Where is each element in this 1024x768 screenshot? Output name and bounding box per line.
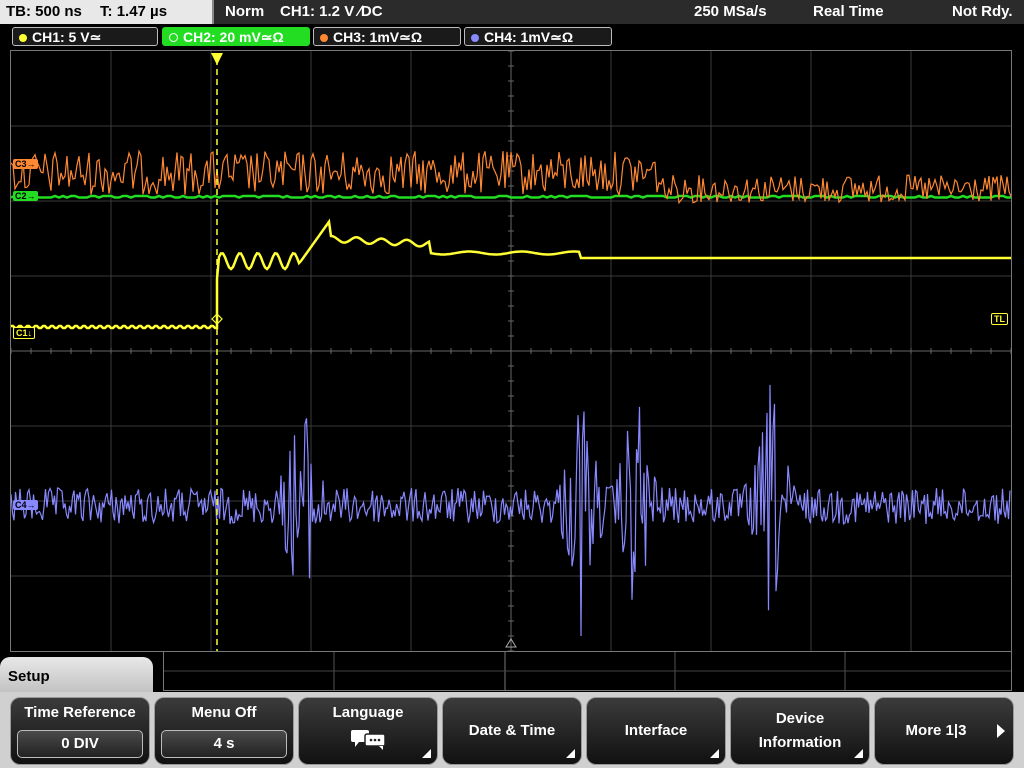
trigger-time-value: T: 1.47 µs — [100, 3, 168, 20]
acquisition-state: Not Rdy. — [952, 3, 1013, 20]
interface-softkey[interactable]: Interface — [586, 697, 726, 765]
ch2-trace — [11, 194, 1011, 199]
device-information-softkey[interactable]: Device Information — [730, 697, 870, 765]
time-reference-softkey[interactable]: Time Reference 0 DIV — [10, 697, 150, 765]
acquisition-mode: Real Time — [813, 3, 884, 20]
more-softkey[interactable]: More 1|3 — [874, 697, 1014, 765]
softkey-title: Date & Time — [468, 722, 556, 739]
zoom-overview-strip[interactable] — [163, 651, 1012, 691]
channel-tab-label: CH4: 1mV≃Ω — [484, 29, 574, 45]
softkey-title: More 1|3 — [905, 722, 967, 739]
submenu-indicator-icon — [710, 749, 719, 758]
ch4-ground-marker[interactable]: C4→ — [13, 500, 38, 510]
softkey-title: Device Information — [758, 710, 842, 751]
channel-tab-ch1[interactable]: CH1: 5 V≃ — [12, 27, 158, 46]
speech-bubble-icon — [351, 730, 386, 750]
status-bar: TB: 500 ns T: 1.47 µs Norm CH1: 1.2 V ∕D… — [0, 0, 1024, 24]
ch1-ground-marker[interactable]: C1↓ — [13, 327, 36, 339]
ch2-indicator-icon — [169, 33, 178, 42]
sample-rate: 250 MSa/s — [694, 3, 767, 20]
softkey-title: Interface — [624, 722, 688, 739]
softkey-title: Menu Off — [191, 704, 257, 721]
channel-tab-label: CH1: 5 V≃ — [32, 29, 102, 45]
next-page-icon — [997, 724, 1005, 738]
timebase-value: TB: 500 ns — [6, 3, 82, 20]
ch3-indicator-icon — [320, 34, 328, 42]
ch2-ground-marker[interactable]: C2→ — [13, 191, 38, 201]
language-softkey[interactable]: Language — [298, 697, 438, 765]
zoom-overview-canvas — [164, 652, 1011, 690]
channel-tab-ch4[interactable]: CH4: 1mV≃Ω — [464, 27, 612, 46]
channel-tab-label: CH2: 20 mV≃Ω — [183, 29, 284, 45]
softkey-title: Language — [332, 704, 404, 721]
submenu-indicator-icon — [854, 749, 863, 758]
waveform-display[interactable]: C1↓ C2→ C3→ C4→ TL — [10, 50, 1012, 652]
menu-title-tab: Setup — [0, 657, 153, 697]
channel-bar: CH1: 5 V≃ CH2: 20 mV≃Ω CH3: 1mV≃Ω CH4: 1… — [0, 24, 1024, 48]
trigger-mode[interactable]: Norm — [225, 0, 264, 24]
submenu-indicator-icon — [422, 749, 431, 758]
graticule — [11, 51, 1011, 651]
ch1-indicator-icon — [19, 34, 27, 42]
ch4-indicator-icon — [471, 34, 479, 42]
waveform-canvas — [11, 51, 1011, 651]
softkey-title: Time Reference — [24, 704, 136, 721]
date-time-softkey[interactable]: Date & Time — [442, 697, 582, 765]
time-reference-value: 0 DIV — [17, 730, 143, 758]
channel-tab-ch2[interactable]: CH2: 20 mV≃Ω — [162, 27, 310, 46]
menu-off-value: 4 s — [161, 730, 287, 758]
trigger-settings[interactable]: CH1: 1.2 V ∕DC — [280, 0, 383, 24]
submenu-indicator-icon — [566, 749, 575, 758]
menu-off-softkey[interactable]: Menu Off 4 s — [154, 697, 294, 765]
trigger-level-marker[interactable]: TL — [991, 313, 1008, 325]
channel-tab-ch3[interactable]: CH3: 1mV≃Ω — [313, 27, 461, 46]
timebase-box[interactable]: TB: 500 ns T: 1.47 µs — [0, 0, 214, 24]
ch3-ground-marker[interactable]: C3→ — [13, 159, 38, 169]
channel-tab-label: CH3: 1mV≃Ω — [333, 29, 423, 45]
